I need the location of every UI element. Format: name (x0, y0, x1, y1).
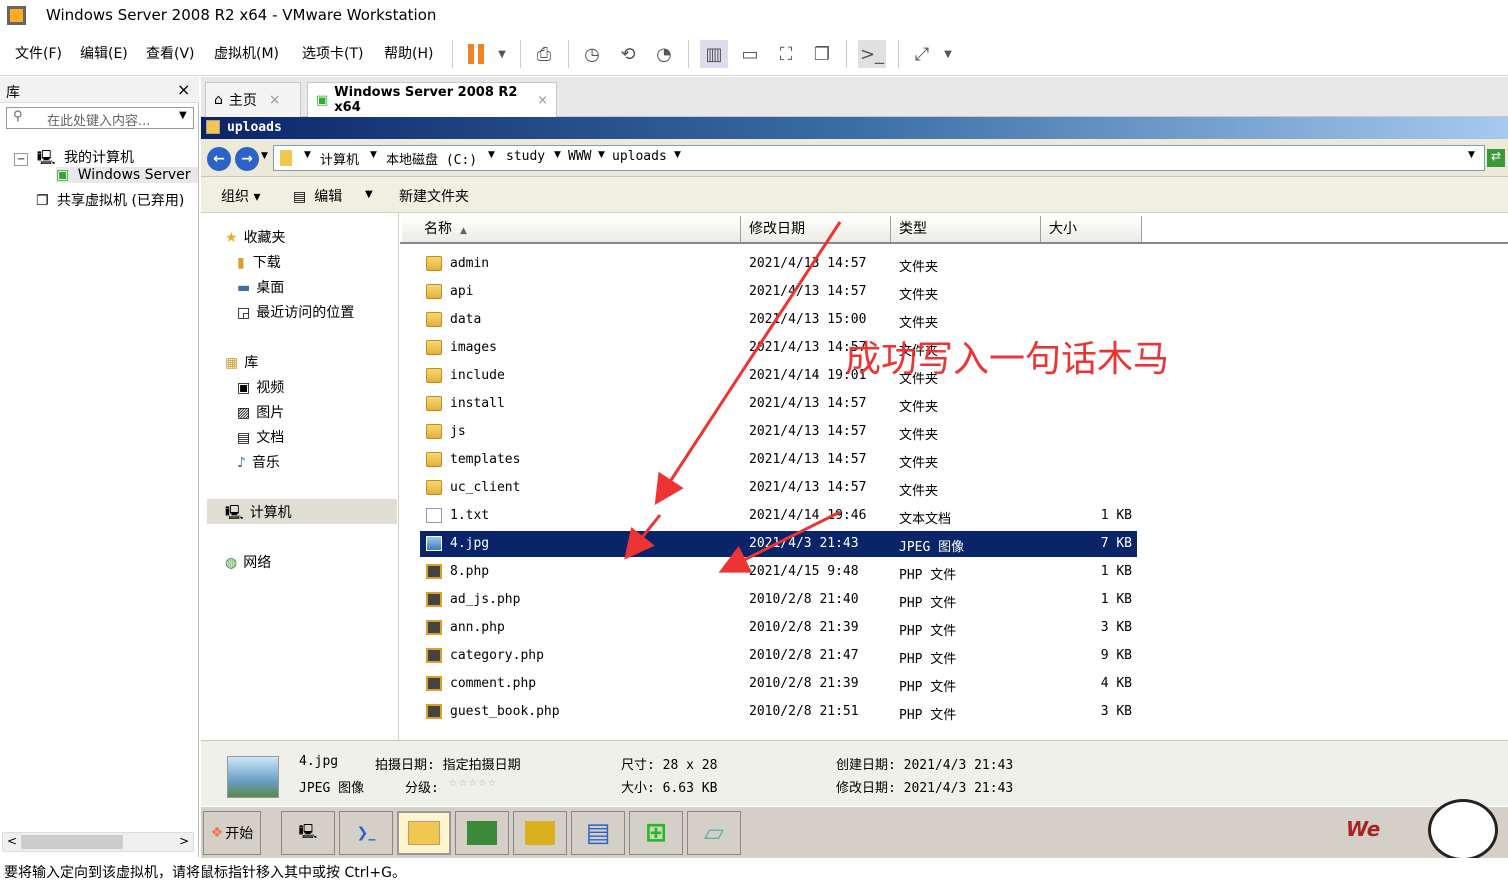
remote-desktop-icon[interactable] (455, 811, 509, 855)
detail-modified: 修改日期: 2021/4/3 21:43 (836, 781, 1014, 796)
arrow-line (718, 510, 841, 573)
status-text: 要将输入定向到该虚拟机，请将鼠标指针移入其中或按 Ctrl+G。 (4, 865, 406, 881)
status-bar: 要将输入定向到该虚拟机，请将鼠标指针移入其中或按 Ctrl+G。 (0, 858, 1508, 885)
stack-icon[interactable] (513, 811, 567, 855)
explorer-taskbar-icon[interactable] (397, 811, 451, 855)
powershell-icon[interactable]: ❯_ (339, 811, 393, 855)
annotation-text: 成功写入一句话木马 (845, 339, 1170, 380)
detail-rating: 分级: (405, 781, 439, 796)
notes-icon[interactable]: ▱ (687, 811, 741, 855)
detail-kind: JPEG 图像 (299, 781, 365, 796)
sticker-image: We (1346, 799, 1506, 861)
detail-created: 创建日期: 2021/4/3 21:43 (836, 758, 1014, 773)
start-button[interactable]: ❖ 开始 (203, 811, 261, 855)
notepad-icon[interactable]: ▤ (571, 811, 625, 855)
rating-stars-icon[interactable]: ☆☆☆☆☆ (449, 775, 498, 790)
windows-logo-icon: ❖ (210, 825, 224, 841)
arrow-line (624, 514, 662, 560)
thumbnail-image (227, 756, 279, 798)
sticker-logo-icon: We (1346, 817, 1381, 841)
audit-tool-icon[interactable]: ⊞ (629, 811, 683, 855)
guest-taskbar: ❖ 开始 🖳 ❯_ ▤ ⊞ ▱ We (201, 799, 1508, 861)
detail-name: 4.jpg (299, 754, 339, 769)
details-pane: 4.jpg JPEG 图像 拍摄日期: 指定拍摄日期 分级: ☆☆☆☆☆ 尺寸:… (201, 740, 1508, 806)
detail-shot-date: 拍摄日期: 指定拍摄日期 (375, 758, 521, 773)
detail-size: 大小: 6.63 KB (621, 781, 718, 796)
server-manager-icon[interactable]: 🖳 (281, 811, 335, 855)
arrow-line (654, 221, 842, 506)
panda-icon (1428, 799, 1498, 861)
detail-dims: 尺寸: 28 x 28 (621, 758, 718, 773)
